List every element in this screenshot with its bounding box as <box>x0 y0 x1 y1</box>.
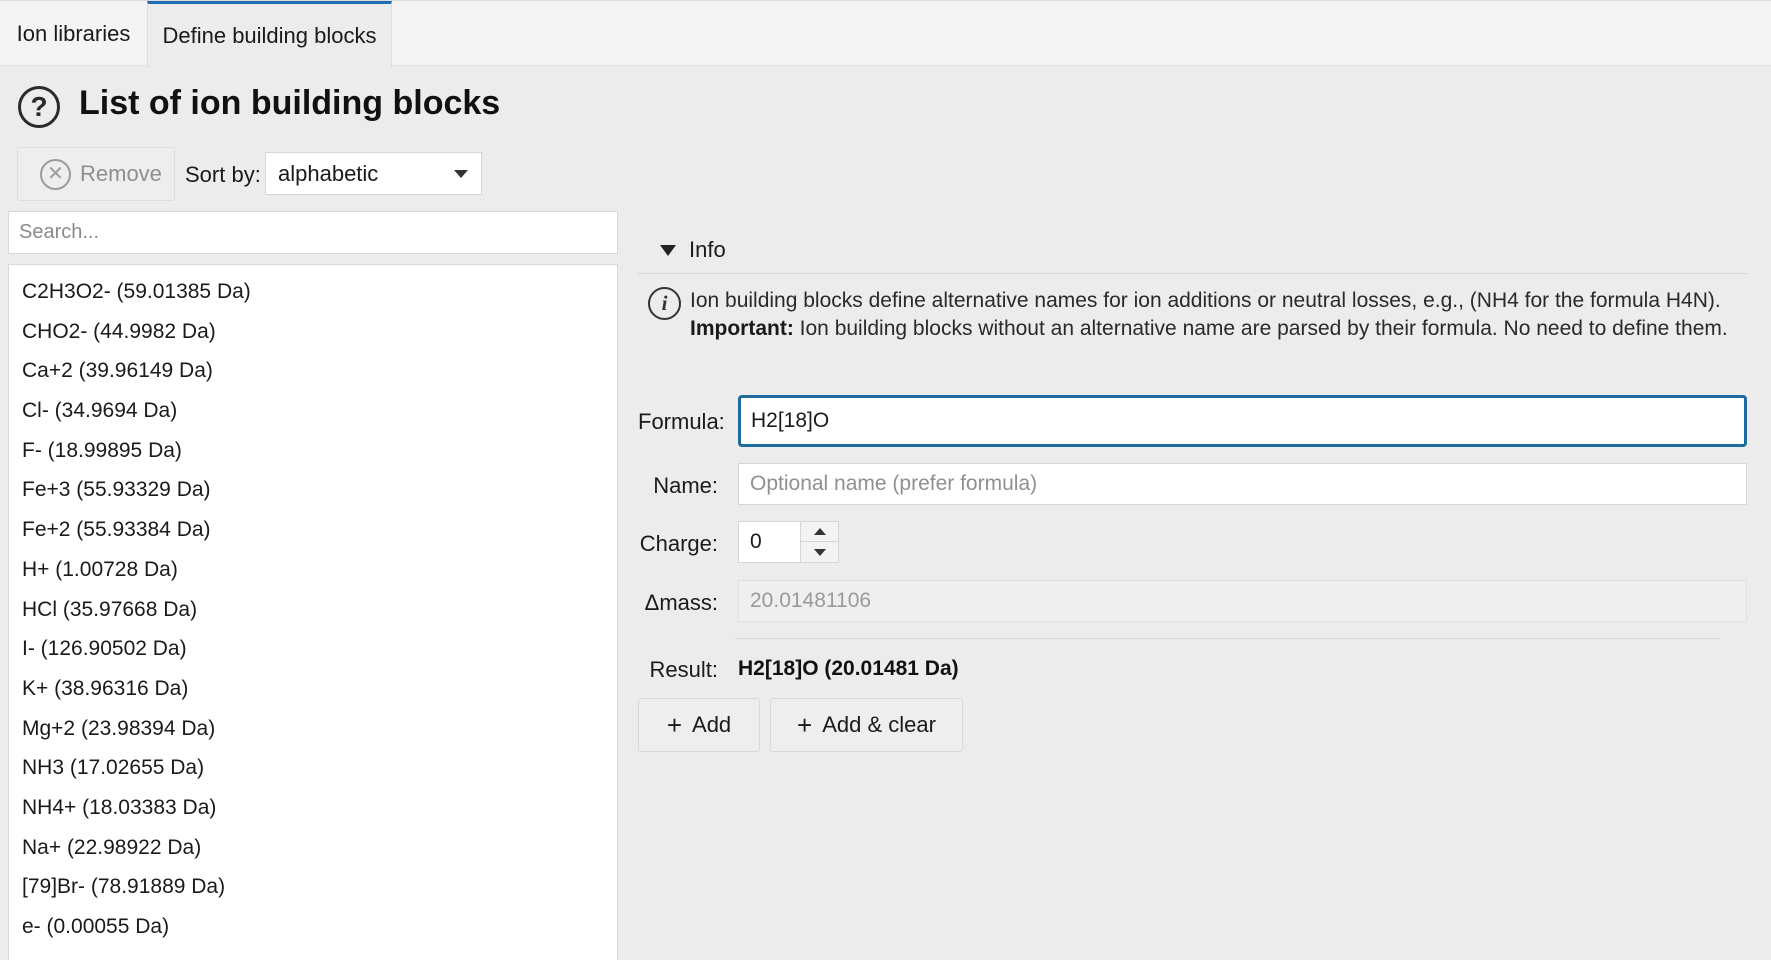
list-item[interactable]: K+ (38.96316 Da) <box>9 669 617 709</box>
list-item[interactable]: Fe+2 (55.93384 Da) <box>9 510 617 550</box>
info-divider <box>638 273 1748 274</box>
list-item[interactable]: NH3 (17.02655 Da) <box>9 748 617 788</box>
sort-by-dropdown[interactable]: alphabetic <box>265 152 482 195</box>
collapse-triangle-icon <box>660 244 676 256</box>
decrement-button[interactable] <box>801 542 838 562</box>
increment-button[interactable] <box>801 522 838 542</box>
building-block-list[interactable]: C2H3O2- (59.01385 Da) CHO2- (44.9982 Da)… <box>8 264 618 960</box>
page-title: List of ion building blocks <box>79 84 501 122</box>
list-item[interactable]: C2H3O2- (59.01385 Da) <box>9 272 617 312</box>
info-header-label: Info <box>689 237 726 262</box>
charge-stepper <box>800 521 839 563</box>
result-value: H2[18]O (20.01481 Da) <box>738 657 959 680</box>
remove-button-label: Remove <box>80 161 162 186</box>
list-item[interactable]: Mg+2 (23.98394 Da) <box>9 709 617 749</box>
info-line-1: Ion building blocks define alternative n… <box>690 289 1721 312</box>
list-item[interactable]: [79]Br- (78.91889 Da) <box>9 867 617 907</box>
formula-input[interactable] <box>738 395 1747 447</box>
list-item[interactable]: Ca+2 (39.96149 Da) <box>9 351 617 391</box>
info-line-2: Important: Ion building blocks without a… <box>690 315 1750 343</box>
list-item[interactable]: NH4+ (18.03383 Da) <box>9 788 617 828</box>
name-label: Name: <box>653 473 718 498</box>
search-input[interactable] <box>8 211 618 254</box>
list-item[interactable]: Cl- (34.9694 Da) <box>9 391 617 431</box>
arrow-up-icon <box>813 528 826 535</box>
remove-button[interactable]: ✕ Remove <box>17 147 175 201</box>
list-item[interactable]: Fe+3 (55.93329 Da) <box>9 470 617 510</box>
charge-input[interactable] <box>738 521 800 563</box>
dropdown-arrow-icon <box>454 170 468 178</box>
list-item[interactable]: I- (126.90502 Da) <box>9 629 617 669</box>
add-and-clear-button[interactable]: + Add & clear <box>770 698 963 752</box>
mass-field: 20.01481106 <box>738 580 1747 622</box>
info-icon: i <box>648 287 681 320</box>
remove-circle-x-icon: ✕ <box>40 158 71 190</box>
name-input[interactable] <box>738 463 1747 505</box>
list-item[interactable]: HCl (35.97668 Da) <box>9 590 617 630</box>
list-item[interactable]: e- (0.00055 Da) <box>9 907 617 947</box>
tab-ion-libraries[interactable]: Ion libraries <box>0 1 147 67</box>
important-label: Important: <box>690 317 794 340</box>
tab-define-building-blocks[interactable]: Define building blocks <box>147 1 392 68</box>
result-divider <box>735 638 1720 639</box>
result-label: Result: <box>649 657 718 682</box>
help-icon[interactable]: ? <box>18 86 60 128</box>
sort-by-label: Sort by: <box>185 162 261 187</box>
arrow-down-icon <box>813 548 826 556</box>
charge-label: Charge: <box>639 531 718 556</box>
tab-bar: Ion libraries Define building blocks <box>0 0 1771 68</box>
plus-icon: + <box>666 710 683 740</box>
add-button-label: Add <box>692 712 732 737</box>
mass-label: Δmass: <box>644 590 718 615</box>
sort-by-value: alphabetic <box>278 160 379 186</box>
list-item[interactable]: CHO2- (44.9982 Da) <box>9 312 617 352</box>
info-text: Ion building blocks define alternative n… <box>690 287 1750 343</box>
add-button[interactable]: + Add <box>638 698 760 752</box>
plus-icon: + <box>797 710 813 740</box>
info-line-2-text: Ion building blocks without an alternati… <box>793 317 1728 340</box>
list-item[interactable]: H+ (1.00728 Da) <box>9 550 617 590</box>
list-item[interactable]: F- (18.99895 Da) <box>9 431 617 471</box>
formula-label: Formula: <box>638 409 725 434</box>
add-and-clear-button-label: Add & clear <box>822 712 936 737</box>
list-item[interactable]: Na+ (22.98922 Da) <box>9 828 617 868</box>
info-section-toggle[interactable]: Info <box>660 237 726 263</box>
